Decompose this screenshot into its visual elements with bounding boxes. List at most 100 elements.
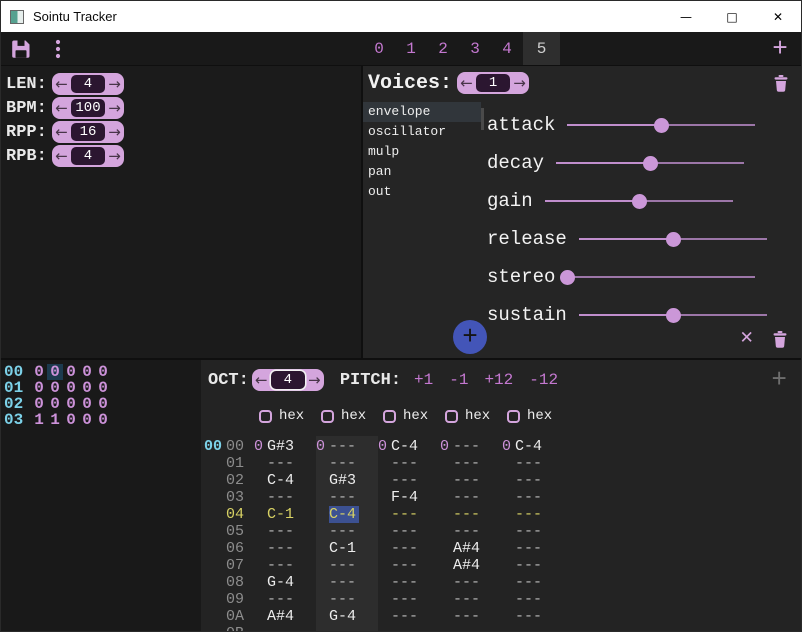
- pattern-note[interactable]: ---: [453, 591, 483, 608]
- pattern-note[interactable]: ---: [515, 489, 545, 506]
- add-instrument-button[interactable]: +: [759, 32, 801, 65]
- pattern-note[interactable]: ---: [329, 557, 359, 574]
- delete-unit-button[interactable]: [770, 329, 790, 349]
- stepper-decrement-button[interactable]: ←: [52, 73, 71, 95]
- stepper-increment-button[interactable]: →: [510, 72, 529, 94]
- param-slider-gain[interactable]: [545, 193, 733, 209]
- pattern-note[interactable]: C-4: [515, 438, 545, 455]
- pattern-note[interactable]: ---: [267, 455, 297, 472]
- pattern-note[interactable]: C-4: [267, 472, 297, 489]
- pattern-note[interactable]: ---: [453, 523, 483, 540]
- pattern-note[interactable]: G#3: [329, 472, 359, 489]
- pattern-note[interactable]: ---: [515, 506, 545, 523]
- add-track-button[interactable]: +: [771, 365, 787, 395]
- pattern-note[interactable]: ---: [267, 489, 297, 506]
- delete-instrument-button[interactable]: [771, 73, 791, 93]
- stepper-increment-button[interactable]: →: [105, 145, 124, 167]
- save-button[interactable]: [11, 39, 31, 59]
- unit-item-pan[interactable]: pan: [363, 162, 481, 182]
- pattern-note[interactable]: ---: [391, 625, 421, 631]
- order-cell[interactable]: 0: [79, 364, 95, 380]
- pattern-note[interactable]: ---: [453, 455, 483, 472]
- order-cell[interactable]: 0: [63, 364, 79, 380]
- pattern-note[interactable]: ---: [391, 608, 421, 625]
- order-cell[interactable]: 0: [63, 380, 79, 396]
- order-cell[interactable]: 0: [79, 396, 95, 412]
- pitch-button--12[interactable]: -12: [529, 371, 558, 389]
- pattern-note[interactable]: ---: [329, 625, 359, 631]
- order-cell[interactable]: 0: [31, 396, 47, 412]
- order-cell[interactable]: 0: [95, 364, 111, 380]
- pattern-note[interactable]: ---: [453, 438, 483, 455]
- hex-checkbox[interactable]: [507, 410, 520, 423]
- pattern-note[interactable]: F-4: [391, 489, 421, 506]
- slider-thumb[interactable]: [643, 156, 658, 171]
- stepper-value[interactable]: 4: [71, 147, 105, 165]
- scrollbar-thumb[interactable]: [481, 108, 484, 130]
- order-cell[interactable]: 0: [31, 380, 47, 396]
- pattern-note[interactable]: ---: [391, 472, 421, 489]
- pattern-note[interactable]: ---: [453, 625, 483, 631]
- stepper-decrement-button[interactable]: ←: [52, 121, 71, 143]
- slider-thumb[interactable]: [666, 308, 681, 323]
- stepper-value[interactable]: 1: [476, 74, 510, 92]
- order-cell[interactable]: 1: [47, 412, 63, 428]
- pattern-note[interactable]: ---: [329, 591, 359, 608]
- order-cell[interactable]: 0: [47, 364, 63, 380]
- pattern-note[interactable]: C-1: [267, 506, 297, 523]
- pattern-note[interactable]: ---: [329, 574, 359, 591]
- pattern-note[interactable]: C-4: [329, 506, 359, 523]
- pitch-button--1[interactable]: -1: [449, 371, 468, 389]
- pattern-note[interactable]: ---: [329, 523, 359, 540]
- slider-thumb[interactable]: [560, 270, 575, 285]
- pattern-note[interactable]: ---: [329, 438, 359, 455]
- order-cell[interactable]: 0: [47, 380, 63, 396]
- pattern-note[interactable]: ---: [391, 540, 421, 557]
- stepper-decrement-button[interactable]: ←: [52, 97, 71, 119]
- pattern-note[interactable]: ---: [267, 557, 297, 574]
- order-cell[interactable]: 0: [95, 412, 111, 428]
- order-cell[interactable]: 0: [63, 412, 79, 428]
- pattern-note[interactable]: ---: [267, 523, 297, 540]
- stepper-increment-button[interactable]: →: [105, 121, 124, 143]
- pitch-button-+12[interactable]: +12: [484, 371, 513, 389]
- pattern-note[interactable]: ---: [329, 455, 359, 472]
- tab-instrument-4[interactable]: 4: [491, 32, 523, 65]
- tab-instrument-2[interactable]: 2: [427, 32, 459, 65]
- pattern-note[interactable]: G-4: [329, 608, 359, 625]
- unit-item-mulp[interactable]: mulp: [363, 142, 481, 162]
- pattern-note[interactable]: ---: [515, 608, 545, 625]
- pattern-note[interactable]: ---: [391, 591, 421, 608]
- stepper-decrement-button[interactable]: ←: [457, 72, 476, 94]
- pattern-note[interactable]: ---: [391, 523, 421, 540]
- pattern-note[interactable]: G#3: [267, 438, 297, 455]
- param-slider-decay[interactable]: [556, 155, 744, 171]
- pattern-note[interactable]: ---: [453, 608, 483, 625]
- order-cell[interactable]: 0: [79, 380, 95, 396]
- order-cell[interactable]: 0: [63, 396, 79, 412]
- pitch-button-+1[interactable]: +1: [414, 371, 433, 389]
- order-cell[interactable]: 0: [47, 396, 63, 412]
- order-cell[interactable]: 0: [95, 396, 111, 412]
- maximize-button[interactable]: □: [709, 1, 755, 32]
- order-cell[interactable]: 0: [95, 380, 111, 396]
- pattern-note[interactable]: ---: [515, 591, 545, 608]
- pattern-note[interactable]: ---: [391, 557, 421, 574]
- minimize-button[interactable]: —: [663, 1, 709, 32]
- pattern-note[interactable]: ---: [391, 574, 421, 591]
- clear-unit-button[interactable]: ✕: [740, 329, 753, 349]
- slider-thumb[interactable]: [666, 232, 681, 247]
- stepper-value[interactable]: 4: [71, 75, 105, 93]
- pattern-note[interactable]: ---: [267, 625, 297, 631]
- pattern-note[interactable]: ---: [453, 489, 483, 506]
- pattern-note[interactable]: G-4: [267, 574, 297, 591]
- pattern-note[interactable]: ---: [515, 540, 545, 557]
- stepper-increment-button[interactable]: →: [305, 369, 324, 391]
- tab-instrument-1[interactable]: 1: [395, 32, 427, 65]
- hex-checkbox[interactable]: [321, 410, 334, 423]
- pattern-note[interactable]: ---: [515, 523, 545, 540]
- param-slider-attack[interactable]: [567, 117, 755, 133]
- stepper-increment-button[interactable]: →: [105, 97, 124, 119]
- pattern-note[interactable]: ---: [515, 625, 545, 631]
- pattern-note[interactable]: A#4: [453, 557, 483, 574]
